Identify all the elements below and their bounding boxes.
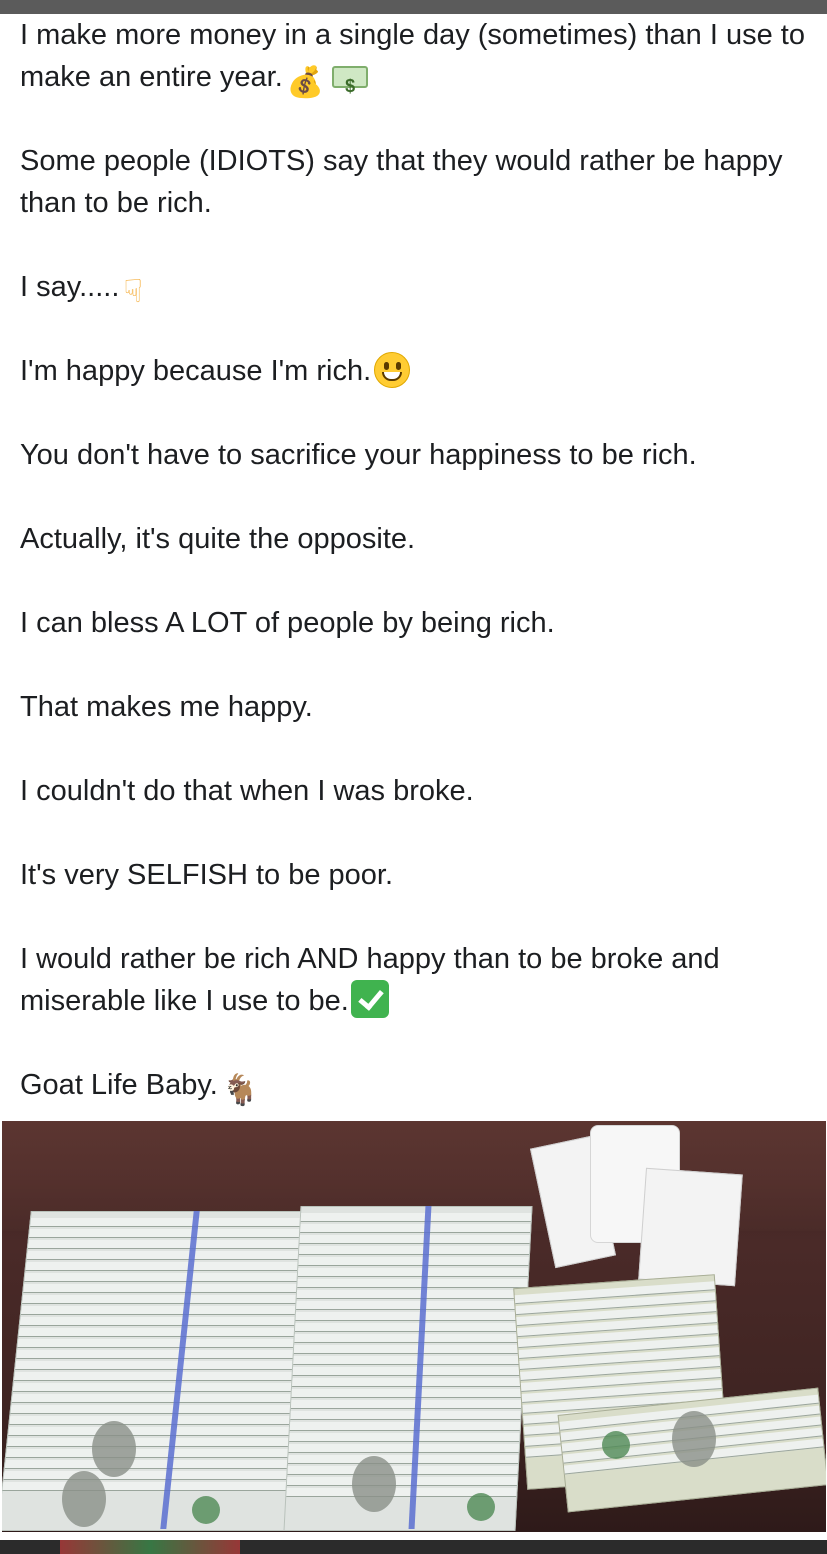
post-paragraph: I would rather be rich AND happy than to… xyxy=(20,938,810,1022)
cash-stack-hundreds xyxy=(283,1206,533,1531)
bill-edge xyxy=(299,1235,530,1244)
post-paragraph: Some people (IDIOTS) say that they would… xyxy=(20,140,810,224)
bill-edge xyxy=(297,1279,528,1288)
bill-edge xyxy=(15,1361,317,1370)
bill-edge xyxy=(289,1422,521,1431)
bill-edge xyxy=(289,1433,520,1442)
post-paragraph-text: Goat Life Baby. xyxy=(20,1069,218,1101)
bill-edge xyxy=(22,1295,323,1304)
post-paragraph-text: I say..... xyxy=(20,271,120,303)
bill-edge xyxy=(24,1273,326,1282)
post-paragraph: That makes me happy. xyxy=(20,686,810,728)
post-paragraph: I couldn't do that when I was broke. xyxy=(20,770,810,812)
bill-portrait xyxy=(672,1411,716,1467)
bill-edge xyxy=(293,1356,524,1365)
bill-seal xyxy=(602,1431,630,1459)
bill-edge xyxy=(10,1405,312,1414)
bill-edge xyxy=(7,1438,308,1447)
bill-seal xyxy=(192,1496,220,1524)
bill-edge xyxy=(19,1317,321,1326)
top-status-strip xyxy=(0,0,827,14)
bill-edge xyxy=(298,1246,530,1255)
bill-portrait xyxy=(352,1456,396,1512)
post-paragraph-text: I couldn't do that when I was broke. xyxy=(20,775,474,807)
bill-edge xyxy=(293,1345,525,1354)
post-paragraph: Goat Life Baby. 🐐 xyxy=(20,1064,810,1106)
bill-edge xyxy=(13,1372,315,1381)
receipt-slip xyxy=(638,1167,743,1287)
post-paragraph-text: Actually, it's quite the opposite. xyxy=(20,523,416,555)
bill-edge xyxy=(294,1334,525,1343)
post-paragraph-text: I make more money in a single day (somet… xyxy=(20,19,814,93)
bill-edge xyxy=(23,1284,325,1293)
bill-edge xyxy=(4,1460,306,1469)
post-photo[interactable] xyxy=(2,1121,826,1532)
bill-edge xyxy=(2,1482,304,1491)
bill-edge xyxy=(9,1416,311,1425)
backhand-index-down-icon: ☟ xyxy=(123,272,143,310)
bill-edge xyxy=(296,1290,528,1299)
bill-edge xyxy=(20,1306,322,1315)
bill-edge xyxy=(288,1444,520,1453)
bill-edge xyxy=(287,1455,519,1464)
bill-edge xyxy=(25,1262,327,1271)
money-bag-icon: 💰 xyxy=(286,65,325,100)
bill-edge xyxy=(18,1328,320,1337)
post-body: I make more money in a single day (somet… xyxy=(20,14,810,1106)
bill-edge xyxy=(12,1383,314,1392)
bill-edge xyxy=(295,1312,526,1321)
bill-edge xyxy=(292,1367,524,1376)
dollar-bills-icon xyxy=(332,65,369,107)
bill-edge xyxy=(292,1378,523,1387)
post-paragraph: You don't have to sacrifice your happine… xyxy=(20,434,810,476)
bill-edge xyxy=(286,1477,518,1486)
bill-edge xyxy=(17,1339,319,1348)
bill-portrait xyxy=(62,1471,106,1527)
post-paragraph-text: I can bless A LOT of people by being ric… xyxy=(20,607,555,639)
bill-edge xyxy=(300,1224,531,1233)
check-mark-button-icon xyxy=(350,980,389,1018)
post-paragraph: Actually, it's quite the opposite. xyxy=(20,518,810,560)
post-paragraph-text: You don't have to sacrifice your happine… xyxy=(20,439,697,471)
bill-edge xyxy=(294,1323,526,1332)
bill-edge xyxy=(26,1251,328,1260)
next-post-image-accent xyxy=(60,1540,240,1554)
post-paragraph-text: Some people (IDIOTS) say that they would… xyxy=(20,145,791,219)
post-paragraph-text: That makes me happy. xyxy=(20,691,313,723)
bill-edge xyxy=(27,1240,329,1249)
post-paragraph-text: It's very SELFISH to be poor. xyxy=(20,859,394,891)
bill-edge xyxy=(298,1257,529,1266)
grinning-face-icon xyxy=(374,352,411,388)
bill-edge xyxy=(28,1229,330,1238)
bill-edge xyxy=(11,1394,313,1403)
bill-edge xyxy=(290,1400,522,1409)
post-paragraph: I make more money in a single day (somet… xyxy=(20,14,814,107)
next-post-preview xyxy=(0,1534,827,1554)
bill-edge xyxy=(16,1350,318,1359)
goat-icon: 🐐 xyxy=(221,1073,260,1108)
bill-edge xyxy=(5,1449,307,1458)
bill-edge xyxy=(297,1268,529,1277)
bill-seal xyxy=(467,1493,495,1521)
post-paragraph: I can bless A LOT of people by being ric… xyxy=(20,602,810,644)
bill-portrait xyxy=(92,1421,136,1477)
bill-edge xyxy=(287,1466,518,1475)
post-paragraph: I'm happy because I'm rich. xyxy=(20,350,810,392)
bill-edge xyxy=(30,1218,332,1227)
post-paragraph: It's very SELFISH to be poor. xyxy=(20,854,810,896)
bill-edge xyxy=(290,1411,521,1420)
post-paragraph-text: I'm happy because I'm rich. xyxy=(20,355,372,387)
bill-edge xyxy=(296,1301,527,1310)
bill-edge xyxy=(300,1213,532,1222)
bill-edge xyxy=(3,1471,305,1480)
post-paragraph: I say..... ☟ xyxy=(20,266,810,308)
bill-edge xyxy=(8,1427,310,1436)
bill-edge xyxy=(291,1389,522,1398)
